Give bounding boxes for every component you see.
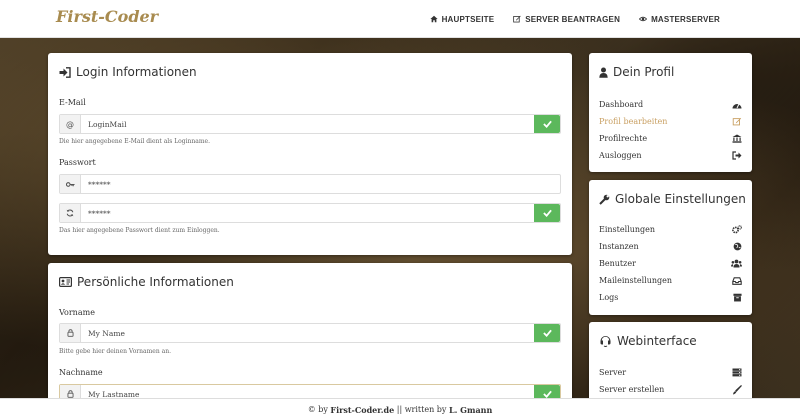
globe-icon [733,242,742,251]
edit-icon [513,15,521,23]
sidebar-item-dashboard[interactable]: Dashboard [599,96,742,113]
sidebar-item-label: Ausloggen [599,151,642,160]
webinterface-panel-title: Webinterface [589,322,752,348]
check-icon [542,209,552,217]
top-navbar: First-Coder HAUPTSEITE SERVER BEANTRAGEN… [0,0,800,38]
lastname-label: Nachname [59,368,103,377]
sidebar-item-label: Profil bearbeiten [599,117,668,126]
sidebar-item-label: Logs [599,293,619,302]
footer-middle: || written by [396,405,447,414]
sidebar-item-benutzer[interactable]: Benutzer [599,255,742,272]
profile-panel-title: Dein Profil [589,53,752,79]
firstname-input[interactable]: My Name [81,324,534,342]
home-icon [429,15,438,23]
edit-icon [732,117,742,126]
firstname-label: Vorname [59,308,95,317]
check-icon [542,120,552,128]
footer-site-link[interactable]: First-Coder.de [330,405,394,415]
sidebar-item-server-erstellen[interactable]: Server erstellen [599,381,742,398]
sidebar-item-label: Einstellungen [599,225,656,234]
sign-out-icon [732,151,742,160]
personal-panel: Persönliche Informationen Vorname My Nam… [48,263,572,413]
sidebar-item-label: Profilrechte [599,134,648,143]
sidebar-item-label: Dashboard [599,100,644,109]
nav-server-beantragen[interactable]: SERVER BEANTRAGEN [513,15,620,24]
login-title-text: Login Informationen [76,65,197,79]
password-input[interactable]: ****** [81,175,560,193]
nav-masterserver[interactable]: MASTERSERVER [639,15,720,24]
cogs-icon [732,225,742,234]
check-icon [542,390,552,398]
global-title-text: Globale Einstellungen [615,192,746,206]
email-input[interactable]: LoginMail [81,115,534,133]
inbox-icon [732,276,742,285]
sidebar-item-label: Server [599,368,627,377]
sidebar-item-label: Benutzer [599,259,636,268]
nav-hauptseite[interactable]: HAUPTSEITE [429,14,495,24]
webinterface-menu: Server Server erstellen [599,364,742,398]
check-icon [542,329,552,337]
password-label: Passwort [59,158,96,167]
sidebar-item-profilrechte[interactable]: Profilrechte [599,130,742,147]
brand-logo[interactable]: First-Coder [56,7,158,26]
profile-menu: Dashboard Profil bearbeiten Profilrechte… [599,96,742,164]
dashboard-icon [732,103,742,108]
login-panel: Login Informationen E-Mail @ LoginMail D… [48,53,572,255]
sidebar-item-ausloggen[interactable]: Ausloggen [599,147,742,164]
global-settings-panel: Globale Einstellungen Einstellungen Inst… [589,180,752,315]
paint-brush-icon [733,384,742,394]
sidebar-item-instanzen[interactable]: Instanzen [599,238,742,255]
sidebar-item-label: Maileinstellungen [599,276,673,285]
user-icon [599,67,608,78]
nav-hauptseite-label: HAUPTSEITE [441,14,495,24]
teamspeak-icon [600,336,611,347]
lock-icon [60,324,81,342]
profile-title-text: Dein Profil [613,65,675,79]
sign-in-icon [59,66,71,78]
profile-panel: Dein Profil Dashboard Profil bearbeiten … [589,53,752,172]
sidebar-item-einstellungen[interactable]: Einstellungen [599,221,742,238]
firstname-help-text: Bitte gebe hier deinen Vornamen an. [59,348,171,355]
refresh-icon [60,204,81,222]
personal-title-text: Persönliche Informationen [77,275,234,289]
email-save-button[interactable] [534,115,560,133]
sidebar-item-label: Server erstellen [599,385,665,394]
key-icon [60,175,81,193]
global-settings-menu: Einstellungen Instanzen Benutzer Mailein… [599,221,742,306]
eye-icon [639,16,648,22]
sidebar-item-profil-bearbeiten[interactable]: Profil bearbeiten [599,113,742,130]
sidebar-item-maileinstellungen[interactable]: Maileinstellungen [599,272,742,289]
sidebar-item-logs[interactable]: Logs [599,289,742,306]
nav-server-beantragen-label: SERVER BEANTRAGEN [525,14,621,24]
password-save-button[interactable] [534,204,560,222]
footer-prefix: © by [307,405,328,414]
global-settings-panel-title: Globale Einstellungen [589,180,752,206]
main-nav: HAUPTSEITE SERVER BEANTRAGEN MASTERSERVE… [411,0,720,38]
webinterface-title-text: Webinterface [617,334,697,348]
email-help-text: Die hier angegebene E-Mail dient als Log… [59,138,211,145]
footer: © by First-Coder.de || written by L. Gma… [0,398,800,420]
footer-author: L. Gmann [448,404,493,415]
email-label: E-Mail [59,98,86,107]
archive-icon [733,293,742,302]
server-icon [732,368,742,377]
sidebar-item-server[interactable]: Server [599,364,742,381]
firstname-input-group: My Name [59,323,561,343]
users-icon [731,259,742,268]
at-icon: @ [60,115,81,133]
id-card-icon [59,277,72,287]
sidebar-item-label: Instanzen [599,242,639,251]
login-panel-title: Login Informationen [48,53,572,79]
password-repeat-input-group: ****** [59,203,561,223]
personal-panel-title: Persönliche Informationen [48,263,572,289]
webinterface-panel: Webinterface Server Server erstellen [589,322,752,402]
password-help-text: Das hier angegebene Passwort dient zum E… [59,227,220,234]
firstname-save-button[interactable] [534,324,560,342]
password-input-group: ****** [59,174,561,194]
password-repeat-input[interactable]: ****** [81,204,534,222]
email-input-group: @ LoginMail [59,114,561,134]
bank-icon [732,134,742,143]
nav-masterserver-label: MASTERSERVER [651,14,720,24]
wrench-icon [599,194,610,205]
